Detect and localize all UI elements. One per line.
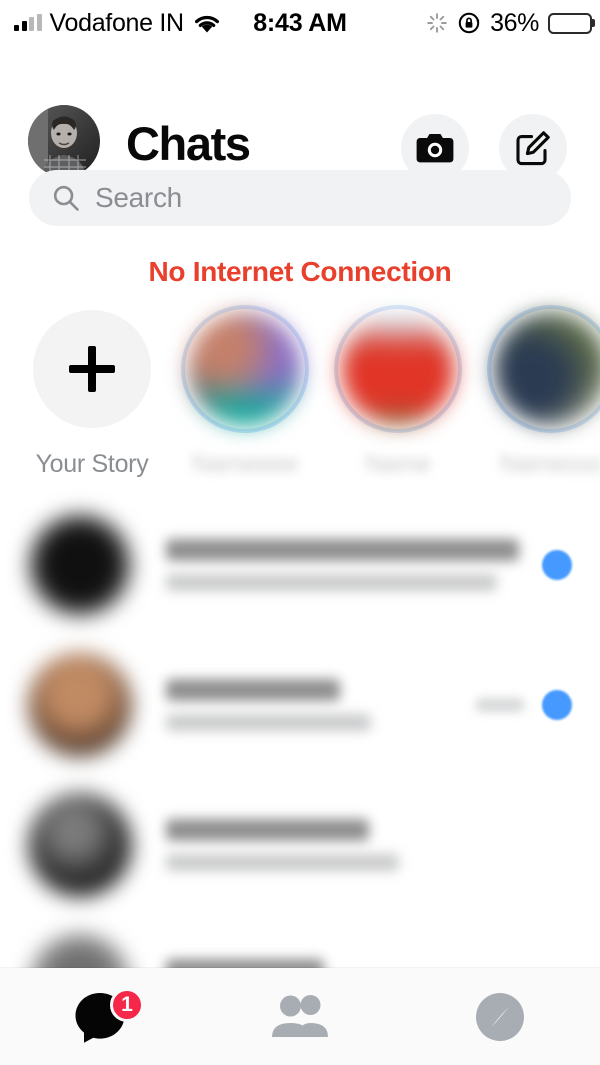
chat-name	[166, 539, 520, 561]
profile-avatar[interactable]	[28, 105, 100, 177]
battery-percent-label: 36%	[490, 8, 539, 37]
chat-avatar	[28, 653, 132, 757]
no-internet-banner: No Internet Connection	[148, 256, 452, 287]
chat-name	[166, 679, 340, 701]
story-your-story[interactable]: Your Story	[28, 305, 156, 480]
story-thumbnail	[494, 312, 600, 426]
people-icon	[270, 993, 330, 1041]
story-label: Name	[358, 450, 438, 478]
chat-name	[166, 819, 370, 841]
status-bar: Vodafone IN 8:43 AM 36%	[0, 0, 600, 46]
rotation-lock-icon	[457, 11, 481, 35]
tab-people[interactable]	[200, 968, 400, 1065]
story-thumbnail	[188, 312, 302, 426]
chat-avatar	[28, 513, 132, 617]
stories-row: Your Story Nameeee Name Namesss	[0, 305, 600, 480]
table-row[interactable]	[0, 775, 600, 915]
battery-icon	[548, 12, 595, 34]
story-item[interactable]: Name	[334, 305, 462, 480]
chat-avatar	[28, 793, 132, 897]
clock-label: 8:43 AM	[253, 8, 347, 37]
chat-text	[166, 819, 542, 871]
plus-icon	[69, 346, 115, 392]
story-ring	[487, 305, 600, 433]
chat-text	[166, 679, 476, 731]
chat-preview	[166, 854, 400, 871]
compass-icon	[474, 991, 526, 1043]
story-label: Nameeee	[178, 450, 312, 478]
chat-preview	[166, 574, 497, 591]
activity-spinner-icon	[426, 12, 448, 34]
table-row[interactable]	[0, 495, 600, 635]
tab-chats[interactable]: 1	[0, 968, 200, 1065]
search-input[interactable]: Search	[29, 170, 571, 226]
table-row[interactable]	[0, 635, 600, 775]
chat-list	[0, 495, 600, 1037]
your-story-ring	[28, 305, 156, 433]
search-icon	[51, 183, 81, 213]
tab-bar: 1	[0, 968, 600, 1065]
unread-indicator	[542, 550, 572, 580]
story-thumbnail	[341, 312, 455, 426]
search-bar[interactable]: Search	[29, 170, 571, 226]
story-ring	[181, 305, 309, 433]
story-label: Your Story	[35, 450, 149, 478]
status-badge: 1	[110, 988, 144, 1022]
story-label: Namesss	[493, 450, 600, 478]
chat-timestamp	[476, 698, 524, 712]
page-title: Chats	[126, 117, 251, 170]
camera-icon	[416, 131, 454, 165]
status-bar-right: 36%	[426, 0, 595, 46]
chat-text	[166, 539, 542, 591]
unread-indicator	[542, 690, 572, 720]
add-story-button[interactable]	[33, 310, 151, 428]
search-placeholder: Search	[95, 182, 182, 213]
compose-icon	[514, 129, 552, 167]
messenger-chats-screen: Vodafone IN 8:43 AM 36% Chats Search No …	[0, 0, 600, 1065]
chat-preview	[166, 714, 371, 731]
tab-discover[interactable]	[400, 968, 600, 1065]
story-item[interactable]: Namesss	[487, 305, 600, 480]
story-item[interactable]: Nameeee	[181, 305, 309, 480]
story-ring	[334, 305, 462, 433]
app-header: Chats	[0, 48, 600, 182]
